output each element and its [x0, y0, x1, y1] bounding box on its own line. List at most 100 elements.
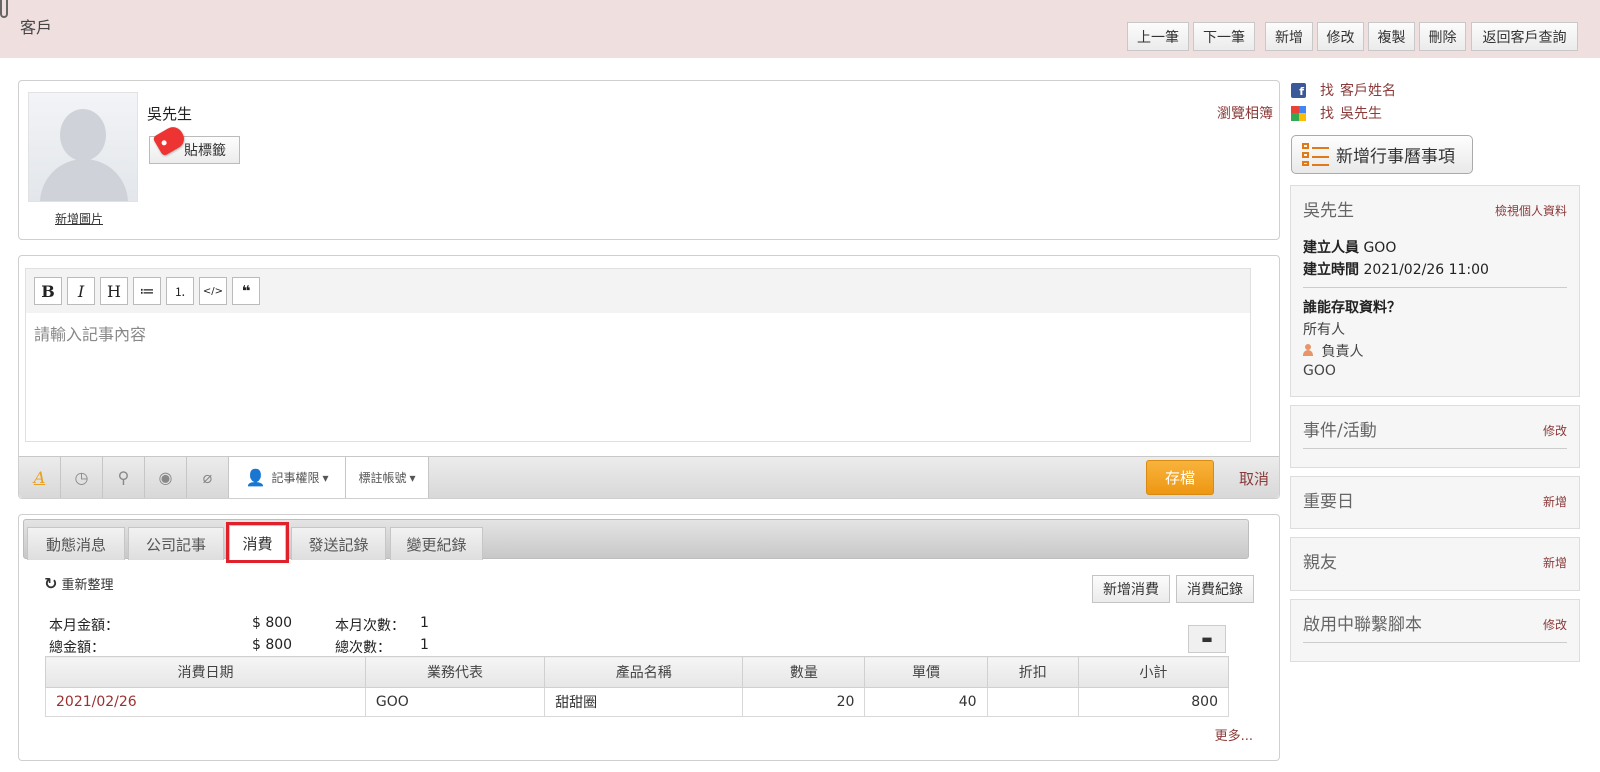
mention-account-label: 標註帳號 — [358, 471, 407, 485]
visibility-icon[interactable]: ◉ — [145, 457, 187, 498]
contact-scripts-box: 啟用中聯繫腳本 修改 — [1290, 599, 1580, 662]
tab-consumption[interactable]: 消費 — [226, 522, 289, 563]
find-label: 找 — [1320, 106, 1334, 122]
access-all: 所有人 — [1303, 322, 1345, 338]
note-editor[interactable]: B I H ≔ ⒈ </> ❝ 請輸入記事內容 — [25, 268, 1251, 442]
activity-tabs-panel: 動態消息 公司記事 消費 發送記錄 變更紀錄 ↻ 重新整理 新增消費 消費紀錄 … — [18, 514, 1280, 761]
relatives-box: 親友 新增 — [1290, 537, 1580, 591]
owner-value: GOO — [1303, 363, 1336, 379]
tab-change-log[interactable]: 變更紀錄 — [390, 527, 483, 560]
consumption-records-button[interactable]: 消費紀錄 — [1176, 575, 1254, 603]
back-to-search-button[interactable]: 返回客戶查詢 — [1471, 22, 1578, 51]
column-header[interactable]: 消費日期 — [45, 656, 366, 688]
clock-icon[interactable]: ◷ — [61, 457, 103, 498]
delete-button[interactable]: 刪除 — [1419, 22, 1466, 51]
contact-scripts-title: 啟用中聯繫腳本 — [1303, 615, 1422, 635]
refresh-button[interactable]: ↻ 重新整理 — [44, 574, 114, 593]
mention-account-dropdown[interactable]: 標註帳號 ▾ — [346, 457, 429, 498]
bullet-list-button[interactable]: ≔ — [133, 277, 161, 305]
profile-panel: 新增圖片 吳先生 貼標籤 瀏覽相簿 — [18, 80, 1280, 240]
add-calendar-event-button[interactable]: 新增行事曆事項 — [1291, 135, 1473, 174]
page-title: 客戶 — [20, 18, 53, 37]
creator-row: 建立人員 GOO — [1303, 237, 1396, 257]
column-header[interactable]: 單價 — [864, 656, 988, 688]
location-pin-icon[interactable]: ⚲ — [103, 457, 145, 498]
minimize-table-button[interactable]: ▬ — [1188, 625, 1226, 653]
view-profile-link[interactable]: 檢視個人資料 — [1495, 202, 1567, 219]
owner-label: 負責人 — [1321, 344, 1364, 360]
column-header[interactable]: 業務代表 — [364, 656, 546, 688]
add-consumption-button[interactable]: 新增消費 — [1092, 575, 1170, 603]
copy-button[interactable]: 複製 — [1368, 22, 1415, 51]
tab-send-records[interactable]: 發送記錄 — [291, 527, 386, 560]
tag-icon — [152, 123, 188, 157]
text-color-icon[interactable]: A — [19, 457, 61, 498]
add-calendar-event-label: 新增行事曆事項 — [1336, 147, 1455, 167]
editor-action-bar: A ◷ ⚲ ◉ ⌀ 👤 記事權限 ▾ 標註帳號 ▾ 存檔 取消 — [19, 456, 1279, 498]
events-title: 事件/活動 — [1303, 421, 1377, 441]
save-button[interactable]: 存檔 — [1146, 460, 1214, 495]
add-photo-link[interactable]: 新增圖片 — [55, 210, 103, 227]
important-dates-add-link[interactable]: 新增 — [1543, 493, 1567, 510]
code-button[interactable]: </> — [199, 277, 227, 305]
add-tag-label: 貼標籤 — [184, 143, 226, 159]
discount-cell — [986, 687, 1079, 717]
relatives-add-link[interactable]: 新增 — [1543, 554, 1567, 571]
refresh-label: 重新整理 — [61, 578, 114, 593]
total-count-label: 總次數： — [335, 640, 391, 656]
column-header[interactable]: 小計 — [1077, 656, 1230, 688]
facebook-icon: f — [1291, 82, 1306, 98]
avatar[interactable] — [28, 92, 138, 202]
google-icon — [1291, 105, 1306, 121]
note-permission-dropdown[interactable]: 👤 記事權限 ▾ — [229, 457, 346, 498]
tab-news-feed[interactable]: 動態消息 — [27, 527, 125, 560]
google-search-link[interactable]: 找 吳先生 — [1291, 103, 1382, 123]
column-header[interactable]: 數量 — [742, 656, 866, 688]
window-icon: ▬ — [1201, 632, 1213, 646]
bold-button[interactable]: B — [34, 277, 62, 305]
contact-scripts-edit-link[interactable]: 修改 — [1543, 616, 1567, 633]
table-header-row: 消費日期 業務代表 產品名稱 數量 單價 折扣 小計 — [45, 656, 1230, 688]
facebook-search-link[interactable]: f 找 客戶姓名 — [1291, 80, 1396, 100]
person-name: 吳先生 — [1303, 201, 1354, 221]
italic-button[interactable]: I — [67, 277, 95, 305]
cancel-button[interactable]: 取消 — [1239, 468, 1269, 489]
heading-button[interactable]: H — [100, 277, 128, 305]
next-record-button[interactable]: 下一筆 — [1193, 22, 1255, 51]
creator-value: GOO — [1363, 240, 1397, 256]
month-count-value: 1 — [420, 615, 429, 631]
add-tag-button[interactable]: 貼標籤 — [149, 123, 240, 164]
tab-bar: 動態消息 公司記事 消費 發送記錄 變更紀錄 — [23, 519, 1249, 563]
relatives-title: 親友 — [1303, 553, 1337, 573]
events-box: 事件/活動 修改 — [1290, 405, 1580, 468]
edit-button[interactable]: 修改 — [1317, 22, 1364, 51]
consumption-date-cell[interactable]: 2021/02/26 — [45, 687, 366, 717]
column-header[interactable]: 折扣 — [986, 656, 1079, 688]
user-lock-icon: 👤 — [245, 468, 266, 487]
browse-album-link[interactable]: 瀏覽相簿 — [1217, 103, 1273, 123]
events-edit-link[interactable]: 修改 — [1543, 422, 1567, 439]
subtotal-cell: 800 — [1077, 687, 1230, 717]
chevron-down-icon: ▾ — [409, 470, 416, 485]
tab-company-notes[interactable]: 公司記事 — [128, 527, 224, 560]
total-amount-value: $ 800 — [252, 637, 293, 653]
attachment-icon[interactable]: ⌀ — [187, 457, 229, 498]
facebook-query: 客戶姓名 — [1340, 83, 1396, 99]
numbered-list-button[interactable]: ⒈ — [166, 277, 194, 305]
editor-toolbar: B I H ≔ ⒈ </> ❝ — [26, 269, 1250, 313]
column-header[interactable]: 產品名稱 — [544, 656, 744, 688]
person-icon — [1303, 344, 1313, 356]
google-query: 吳先生 — [1340, 106, 1382, 122]
note-editor-panel: B I H ≔ ⒈ </> ❝ 請輸入記事內容 A ◷ ⚲ ◉ ⌀ 👤 記事權限… — [18, 255, 1280, 499]
customer-name: 吳先生 — [147, 105, 193, 123]
created-time-label: 建立時間 — [1303, 262, 1359, 278]
more-link[interactable]: 更多... — [1215, 725, 1253, 744]
divider — [1303, 448, 1567, 449]
note-input-placeholder[interactable]: 請輸入記事內容 — [26, 313, 1250, 353]
divider — [1303, 287, 1567, 288]
total-count-value: 1 — [420, 637, 429, 653]
prev-record-button[interactable]: 上一筆 — [1127, 22, 1189, 51]
table-row[interactable]: 2021/02/26 GOO 甜甜圈 20 40 800 — [45, 687, 1230, 717]
add-button[interactable]: 新增 — [1265, 22, 1313, 51]
quote-button[interactable]: ❝ — [232, 277, 260, 305]
